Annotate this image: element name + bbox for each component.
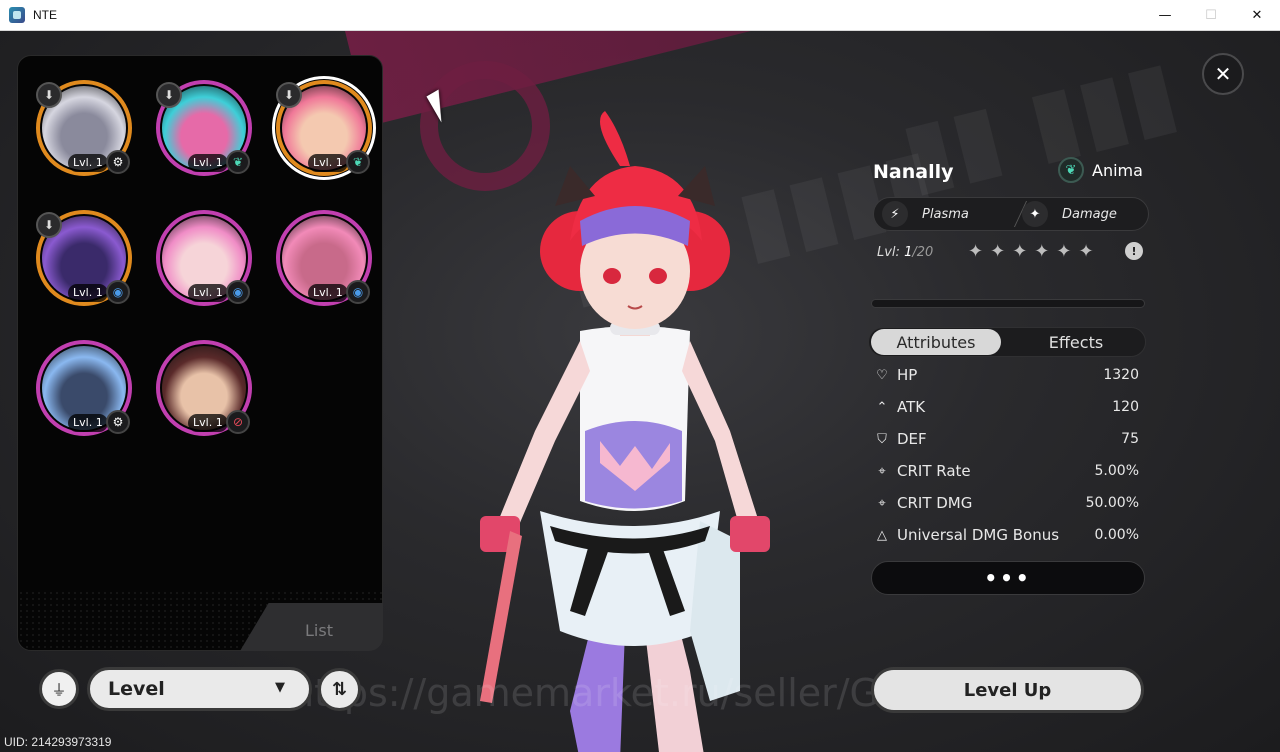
portrait-level: Lvl. 1: [308, 284, 348, 302]
tag-plasma-label: Plasma: [922, 206, 969, 222]
minimize-button[interactable]: —: [1142, 0, 1188, 31]
character-portrait[interactable]: Lvl. 1 ⚙ ⬇: [36, 80, 132, 176]
crosshair-icon: ⌖: [878, 463, 886, 479]
character-name: Nanally: [873, 161, 954, 183]
xp-bar: [871, 299, 1145, 308]
star-icon: ✦: [1034, 241, 1050, 262]
chevron-down-icon: ▼: [275, 680, 285, 695]
info-icon[interactable]: !: [1125, 242, 1143, 260]
leaf-icon: ❦: [346, 150, 370, 174]
sort-order-icon[interactable]: ⇅: [318, 668, 361, 711]
leaf-icon: ❦: [226, 150, 250, 174]
maximize-button[interactable]: ☐: [1188, 0, 1234, 31]
tag-damage: ✦ Damage: [1022, 198, 1117, 230]
stat-row: ⛉ DEF 75: [873, 427, 1139, 451]
target-icon: ⊘: [226, 410, 250, 434]
portrait-level: Lvl. 1: [188, 414, 228, 432]
download-icon[interactable]: ⬇: [36, 212, 62, 238]
character-portrait[interactable]: Lvl. 1 ❦ ⬇: [272, 76, 376, 180]
download-icon[interactable]: ⬇: [36, 82, 62, 108]
download-icon[interactable]: ⬇: [276, 82, 302, 108]
level-prefix: Lvl:: [877, 245, 905, 260]
character-portrait[interactable]: Lvl. 1 ❦ ⬇: [156, 80, 252, 176]
plasma-icon: ⚡: [882, 201, 908, 227]
stat-value: 120: [1112, 399, 1139, 415]
atk-icon: ⌃: [876, 399, 888, 415]
stat-row: ⌖ CRIT DMG 50.00%: [873, 491, 1139, 515]
tab-attributes[interactable]: Attributes: [871, 329, 1001, 355]
tab-effects[interactable]: Effects: [1011, 329, 1141, 355]
portrait-level: Lvl. 1: [68, 284, 108, 302]
game-scene: ▮▮▮ ▮▮▮▮ ▮▮ ▮▮▮ List Lvl. 1 ⚙ ⬇ Lvl. 1 ❦…: [0, 31, 1280, 752]
level-up-button[interactable]: Level Up: [871, 667, 1144, 713]
star-icon: ✦: [1078, 241, 1094, 262]
portrait-level: Lvl. 1: [68, 414, 108, 432]
stat-row: ⌖ CRIT Rate 5.00%: [873, 459, 1139, 483]
character-portrait[interactable]: Lvl. 1 ⊘: [156, 340, 252, 436]
stat-value: 0.00%: [1094, 527, 1139, 543]
level-row: Lvl: 1/20 ✦ ✦ ✦ ✦ ✦ ✦ !: [873, 241, 1149, 265]
stat-name: CRIT DMG: [897, 494, 973, 512]
affinity-label: Anima: [1092, 160, 1143, 180]
character-portrait[interactable]: Lvl. 1 ◉: [276, 210, 372, 306]
level-text: Lvl: 1/20: [877, 245, 933, 260]
swirl-icon: ◉: [226, 280, 250, 304]
stat-row: ⌃ ATK 120: [873, 395, 1139, 419]
stat-name: DEF: [897, 430, 927, 448]
download-icon[interactable]: ⬇: [156, 82, 182, 108]
close-window-button[interactable]: ✕: [1234, 0, 1280, 31]
affinity-badge: ❦ Anima: [1058, 157, 1143, 183]
star-rating: ✦ ✦ ✦ ✦ ✦ ✦: [968, 241, 1094, 262]
gear-icon: ⚙: [106, 150, 130, 174]
character-model: [480, 111, 770, 752]
stat-row: △ Universal DMG Bonus 0.00%: [873, 523, 1139, 547]
portrait-level: Lvl. 1: [188, 154, 228, 172]
star-icon: ✦: [990, 241, 1006, 262]
star-icon: ✦: [1012, 241, 1028, 262]
stat-row: ♡ HP 1320: [873, 363, 1139, 387]
stat-value: 1320: [1103, 367, 1139, 383]
close-icon[interactable]: ✕: [1202, 53, 1244, 95]
stat-tabs: Attributes Effects: [868, 327, 1146, 357]
window-title: NTE: [33, 8, 57, 22]
portrait-level: Lvl. 1: [68, 154, 108, 172]
stat-name: CRIT Rate: [897, 462, 971, 480]
shield-icon: ⛉: [877, 431, 887, 447]
level-max: /20: [912, 245, 934, 260]
damage-icon: ✦: [1022, 201, 1048, 227]
swirl-icon: ◉: [346, 280, 370, 304]
triangle-icon: △: [877, 527, 887, 543]
tag-plasma: ⚡ Plasma: [882, 198, 969, 230]
portrait-level: Lvl. 1: [308, 154, 348, 172]
character-tags: ⚡ Plasma ✦ Damage: [873, 197, 1149, 231]
crosshair-icon: ⌖: [878, 495, 886, 511]
list-tab-label: List: [305, 621, 333, 640]
anima-icon: ❦: [1058, 157, 1084, 183]
stat-name: HP: [897, 366, 918, 384]
window-controls: — ☐ ✕: [1142, 0, 1280, 31]
sort-select[interactable]: Level ▼: [87, 667, 312, 711]
app-icon: [9, 7, 25, 23]
game-window: NTE — ☐ ✕ ▮▮▮ ▮▮▮▮ ▮▮ ▮▮▮ List Lvl. 1 ⚙ …: [0, 0, 1280, 752]
star-icon: ✦: [968, 241, 984, 262]
stat-value: 5.00%: [1094, 463, 1139, 479]
gear-icon: ⚙: [106, 410, 130, 434]
stat-name: Universal DMG Bonus: [897, 526, 1060, 544]
title-bar: NTE — ☐ ✕: [0, 0, 1280, 31]
character-portrait[interactable]: Lvl. 1 ⚙: [36, 340, 132, 436]
tag-damage-label: Damage: [1062, 206, 1117, 222]
filter-icon[interactable]: ⏚: [39, 669, 79, 709]
stat-value: 50.00%: [1085, 495, 1139, 511]
portrait-level: Lvl. 1: [188, 284, 228, 302]
stat-value: 75: [1121, 431, 1139, 447]
stat-name: ATK: [897, 398, 926, 416]
uid-label: UID: 214293973319: [4, 735, 112, 749]
heart-icon: ♡: [876, 367, 888, 383]
more-button[interactable]: •••: [871, 561, 1145, 595]
star-icon: ✦: [1056, 241, 1072, 262]
character-portrait[interactable]: Lvl. 1 ◉: [156, 210, 252, 306]
character-portrait[interactable]: Lvl. 1 ◉ ⬇: [36, 210, 132, 306]
sort-select-label: Level: [108, 678, 165, 700]
swirl-icon: ◉: [106, 280, 130, 304]
